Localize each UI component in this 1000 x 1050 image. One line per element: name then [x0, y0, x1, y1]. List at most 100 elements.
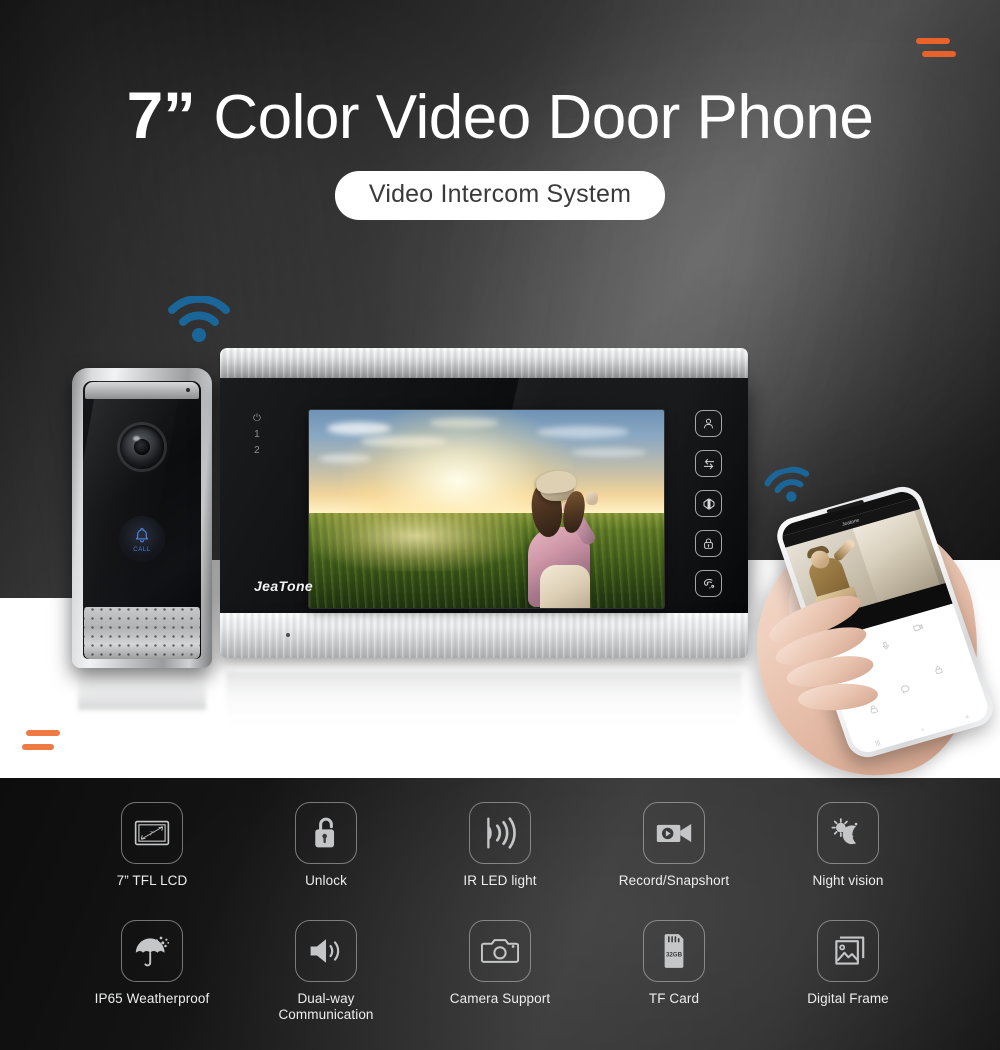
features-row-1: 7” 7” TFL LCD Unlock IR LED light Record… — [0, 802, 1000, 889]
nav-home-icon[interactable]: ○ — [920, 727, 925, 734]
padlock-icon — [704, 538, 713, 549]
monitor-split-icon — [703, 497, 714, 510]
picture-frames-icon — [835, 936, 865, 965]
nav-back-icon[interactable]: < — [965, 714, 970, 721]
sd-card-capacity-badge: 32GB — [666, 952, 683, 959]
page-title: 7” Color Video Door Phone — [0, 81, 1000, 152]
feature-label: Camera Support — [449, 991, 551, 1006]
umbrella-rain-icon — [135, 936, 170, 967]
lcd-screen-icon: 7” — [134, 820, 170, 846]
led-2-label: 2 — [254, 445, 260, 456]
nav-recents-icon[interactable]: ||| — [875, 740, 881, 747]
led-1-label: 1 — [254, 429, 260, 440]
feature-night-vision: Night vision — [761, 802, 935, 889]
monitor-mic-hole — [286, 633, 290, 637]
monitor-display — [309, 410, 664, 608]
feature-label: Digital Frame — [807, 991, 889, 1006]
person-shirt — [539, 565, 590, 608]
display-scene — [309, 410, 664, 608]
indoor-monitor: ⏻ 1 2 JeaTone — [220, 348, 748, 673]
cloud — [571, 448, 647, 457]
wifi-icon — [168, 294, 230, 347]
camera-lens-icon — [120, 425, 164, 469]
feature-label: 7” TFL LCD — [116, 873, 188, 888]
feature-camera-support: Camera Support — [413, 920, 587, 1024]
feature-lcd: 7” 7” TFL LCD — [65, 802, 239, 889]
open-padlock-icon — [315, 817, 335, 848]
monitor-top-bezel — [220, 348, 748, 380]
call-button[interactable] — [695, 570, 722, 597]
brand-logo: JeaTone — [254, 578, 314, 594]
feature-label: TF Card — [648, 991, 700, 1006]
feature-label: IP65 Weatherproof — [94, 991, 210, 1006]
feature-label: IR LED light — [463, 873, 537, 888]
courier-arm — [832, 537, 857, 563]
feature-icon-box — [295, 802, 357, 864]
feature-icon-box — [121, 920, 183, 982]
top-right-accent-mark — [916, 38, 956, 57]
transfer-arrows-icon — [703, 458, 714, 469]
feature-icon-box — [295, 920, 357, 982]
hero-title-block: 7” Color Video Door Phone Video Intercom … — [0, 81, 1000, 221]
feature-icon-box — [469, 802, 531, 864]
feature-icon-box — [469, 920, 531, 982]
feature-unlock: Unlock — [239, 802, 413, 889]
power-led-label: ⏻ — [253, 413, 261, 424]
record-icon[interactable] — [910, 619, 926, 639]
smartphone-in-hand: Jeatone ||| ○ < — [743, 482, 1000, 789]
person-hand — [585, 491, 598, 506]
outdoor-door-station: CALL — [72, 368, 212, 668]
transfer-button[interactable] — [695, 450, 722, 477]
feature-tf-card: 32GB TF Card — [587, 920, 761, 1024]
feature-record-snapshot: Record/Snapshort — [587, 802, 761, 889]
feature-digital-frame: Digital Frame — [761, 920, 935, 1024]
accent-bar — [22, 744, 54, 750]
bottom-left-accent-mark — [22, 730, 60, 750]
unlock-button[interactable] — [695, 530, 722, 557]
microphone-icon — [186, 388, 190, 392]
lock-icon[interactable] — [931, 661, 946, 681]
features-row-2: IP65 Weatherproof Dual-way Communication — [0, 920, 1000, 1024]
feature-label: Record/Snapshort — [618, 873, 730, 888]
monitor-button-panel — [695, 410, 722, 597]
features-section: 7” 7” TFL LCD Unlock IR LED light Record… — [0, 778, 1000, 1050]
call-button-label: CALL — [133, 546, 151, 553]
lcd-size-badge: 7” — [149, 831, 154, 837]
monitor-button[interactable] — [695, 490, 722, 517]
feature-label: Night vision — [812, 873, 884, 888]
subtitle-badge: Video Intercom System — [334, 171, 666, 221]
contact-button[interactable] — [695, 410, 722, 437]
call-button[interactable]: CALL — [119, 516, 165, 562]
person-figure — [508, 469, 618, 608]
title-main-label: Color Video Door Phone — [213, 83, 874, 152]
feature-icon-box: 32GB — [643, 920, 705, 982]
monitor-led-indicators: ⏻ 1 2 — [253, 413, 261, 456]
talk-icon[interactable] — [898, 681, 914, 701]
mic-icon[interactable] — [878, 637, 893, 657]
person-icon — [704, 418, 713, 429]
accent-bar — [916, 38, 950, 44]
feature-weatherproof: IP65 Weatherproof — [65, 920, 239, 1024]
monitor-reflection — [226, 672, 742, 724]
video-camera-icon — [656, 823, 692, 843]
ir-led-waves-icon — [487, 817, 516, 849]
accent-bar — [922, 51, 956, 57]
feature-icon-box — [817, 920, 879, 982]
sun-moon-icon — [831, 818, 858, 845]
feature-dual-way-communication: Dual-way Communication — [239, 920, 413, 1024]
monitor-bottom-bezel — [220, 613, 748, 658]
photo-camera-icon — [481, 939, 519, 963]
speaker-grille-icon — [84, 607, 200, 659]
feature-label: Unlock — [305, 873, 347, 888]
speaker-waves-icon — [310, 939, 340, 963]
door-station-reflection — [78, 664, 206, 710]
feature-icon-box — [817, 802, 879, 864]
bell-icon — [135, 527, 149, 542]
feature-label: Dual-way Communication — [278, 991, 374, 1023]
title-size-label: 7” — [126, 78, 196, 152]
field-sun-glow — [310, 501, 521, 572]
feature-icon-box — [643, 802, 705, 864]
feature-ir-led: IR LED light — [413, 802, 587, 889]
sd-card-icon: 32GB — [664, 934, 684, 968]
feature-icon-box: 7” — [121, 802, 183, 864]
